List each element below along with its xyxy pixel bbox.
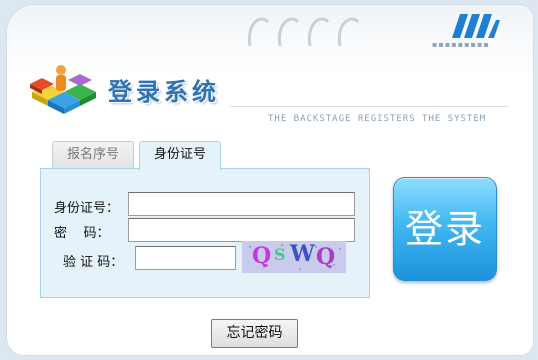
captcha-label: 验 证 码：	[63, 255, 124, 270]
page-subtitle: THE BACKSTAGE REGISTERS THE SYSTEM	[268, 114, 487, 124]
password-input[interactable]	[128, 218, 355, 242]
id-number-input[interactable]	[128, 192, 355, 216]
login-button[interactable]: 登录	[393, 177, 497, 281]
password-label: 密 码：	[54, 226, 110, 241]
page-title: 登录系统	[108, 77, 220, 106]
captcha-char: Q	[316, 244, 336, 270]
captcha-char: W	[290, 241, 315, 267]
blue-stripes-icon	[452, 14, 500, 38]
captcha-image[interactable]: Q S W Q	[242, 241, 346, 273]
colorful-cubes-person-icon	[28, 62, 102, 122]
captcha-char: S	[274, 245, 286, 264]
forgot-password-button[interactable]: 忘记密码	[211, 319, 298, 348]
tab-id-number[interactable]: 身份证号	[139, 141, 221, 170]
divider	[230, 106, 508, 107]
captcha-char: Q	[252, 243, 272, 269]
captcha-input[interactable]	[135, 246, 236, 270]
tab-registration-number[interactable]: 报名序号	[52, 141, 134, 168]
dots-decoration: ▪▪▪▪▪▪▪▪▪	[432, 40, 490, 49]
binder-rings-decoration	[240, 12, 370, 56]
corner-decoration: ▪▪▪▪▪▪▪▪▪	[432, 10, 500, 50]
id-number-label: 身份证号：	[54, 201, 120, 216]
